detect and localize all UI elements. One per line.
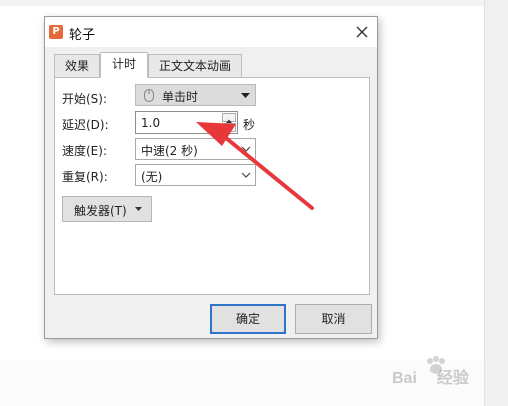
annotation-arrow <box>196 122 314 210</box>
tab-timing[interactable]: 计时 <box>100 52 148 78</box>
watermark-text: Bai 经验 <box>392 370 469 387</box>
